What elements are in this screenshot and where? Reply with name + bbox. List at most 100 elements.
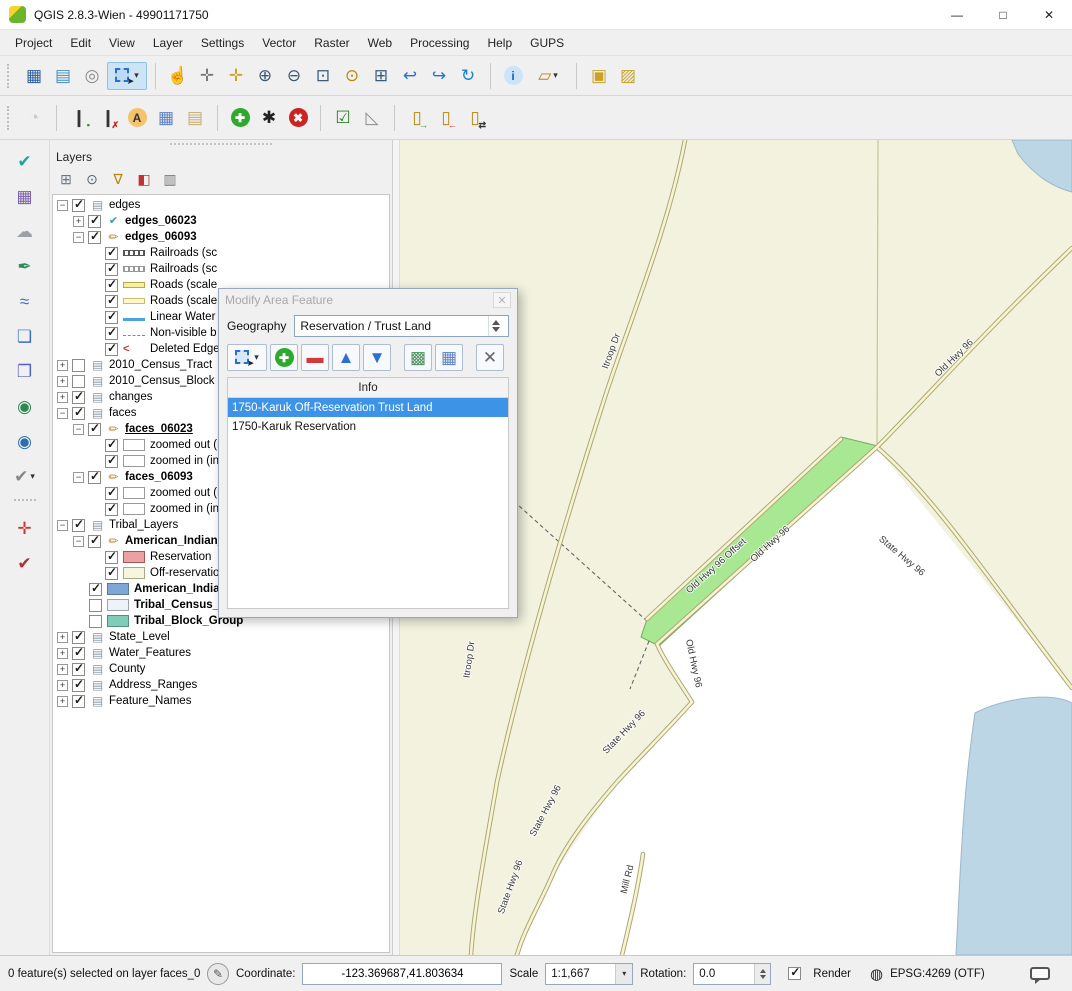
menu-settings[interactable]: Settings [192, 32, 253, 54]
layer-visibility-checkbox[interactable] [72, 407, 85, 420]
zoom-in-button[interactable]: ⊕ [251, 62, 279, 90]
geometry-tool-button[interactable]: ◺ [358, 104, 386, 132]
menu-view[interactable]: View [100, 32, 144, 54]
zoom-to-layer-button[interactable]: ⊞ [367, 62, 395, 90]
layer-visibility-checkbox[interactable] [105, 247, 118, 260]
messages-icon[interactable] [1030, 967, 1050, 980]
menu-layer[interactable]: Layer [144, 32, 192, 54]
layer-visibility-checkbox[interactable] [72, 199, 85, 212]
coordinate-input[interactable] [302, 963, 502, 985]
delete-line-marker-button[interactable]: ❙✗ [94, 104, 122, 132]
layer-visibility-checkbox[interactable] [89, 599, 102, 612]
layer-tree-row[interactable]: +▤State_Level [53, 629, 389, 645]
pan-map-button[interactable]: ✛ [193, 62, 221, 90]
zoom-to-selection-button[interactable]: ⊙ [338, 62, 366, 90]
layer-visibility-checkbox[interactable] [105, 503, 118, 516]
callout-move-tool-button[interactable]: ❐ [10, 356, 40, 386]
select-features-dropdown-icon[interactable]: ▾ [134, 70, 139, 81]
zoom-last-button[interactable]: ↩ [396, 62, 424, 90]
layer-visibility-checkbox[interactable] [72, 359, 85, 372]
zoom-full-button[interactable]: ⊡ [309, 62, 337, 90]
zoom-out-button[interactable]: ⊖ [280, 62, 308, 90]
map-composer-button[interactable]: ▤ [49, 62, 77, 90]
tree-expander-plus-icon[interactable]: + [73, 216, 84, 227]
layer-visibility-checkbox[interactable] [72, 391, 85, 404]
layer-visibility-checkbox[interactable] [88, 231, 101, 244]
layer-visibility-checkbox[interactable] [72, 375, 85, 388]
validate-map-button[interactable]: ☑ [329, 104, 357, 132]
vertex-flag-tool-button[interactable]: ✔ [10, 548, 40, 578]
attribute-table-button[interactable]: ▦ [152, 104, 180, 132]
measure-dropdown-icon[interactable]: ▾ [553, 70, 558, 81]
layer-visibility-checkbox[interactable] [105, 327, 118, 340]
layer-tree-row[interactable]: −▤edges [53, 197, 389, 213]
menu-edit[interactable]: Edit [61, 32, 100, 54]
vertex-menu-tool-button[interactable]: ✔▾ [10, 461, 40, 491]
globe-sync-tool-button[interactable]: ◉ [10, 426, 40, 456]
layer-visibility-checkbox[interactable] [88, 535, 101, 548]
quill-tool-button[interactable]: ✒ [10, 251, 40, 281]
cloud-tool-button[interactable]: ☁ [10, 216, 40, 246]
toolbar-handle[interactable] [7, 106, 14, 130]
layer-visibility-checkbox[interactable] [105, 311, 118, 324]
collapse-all-button[interactable]: ▥ [158, 167, 182, 191]
add-group-button[interactable]: ⊞ [54, 167, 78, 191]
menu-web[interactable]: Web [359, 32, 401, 54]
save-button[interactable]: ▦ [20, 62, 48, 90]
tree-expander-minus-icon[interactable]: − [73, 536, 84, 547]
layer-tree-row[interactable]: +▤County [53, 661, 389, 677]
crs-globe-icon[interactable]: ◍ [870, 965, 883, 983]
layer-visibility-checkbox[interactable] [105, 567, 118, 580]
raster-grid-tool-button[interactable]: ▦ [10, 181, 40, 211]
move-up-button[interactable]: ▲ [332, 344, 360, 371]
delete-area-button[interactable]: ▬ [301, 344, 329, 371]
star-marker-button[interactable]: ✱ [255, 104, 283, 132]
tree-expander-plus-icon[interactable]: + [57, 696, 68, 707]
layer-visibility-checkbox[interactable] [105, 487, 118, 500]
dialog-close-button[interactable]: ✕ [493, 292, 511, 308]
scale-combo[interactable]: 1:1,667 ▾ [545, 963, 633, 985]
select-area-button[interactable]: ➤▾ [227, 344, 267, 371]
layer-tree-row[interactable]: Railroads (sc [53, 245, 389, 261]
filter-expression-button[interactable]: ◧ [132, 167, 156, 191]
area-att ribute-table-button[interactable]: ▦ [435, 344, 463, 371]
geography-combo-arrows-icon[interactable] [488, 316, 503, 336]
layer-visibility-checkbox[interactable] [72, 679, 85, 692]
edit-indicator-icon[interactable]: ✎ [207, 963, 229, 985]
layer-visibility-checkbox[interactable] [72, 695, 85, 708]
crosshair-tool-button[interactable]: ✛ [10, 513, 40, 543]
rotation-spin-buttons[interactable] [754, 964, 770, 984]
info-row[interactable]: 1750-Karuk Off-Reservation Trust Land [228, 398, 508, 417]
label-tool-button[interactable]: A [123, 104, 151, 132]
refresh-map-button[interactable]: ↻ [454, 62, 482, 90]
menu-raster[interactable]: Raster [305, 32, 358, 54]
add-marker-button[interactable]: ✚ [226, 104, 254, 132]
layer-visibility-checkbox[interactable] [72, 663, 85, 676]
delete-marker-button[interactable]: ✖ [284, 104, 312, 132]
tree-expander-plus-icon[interactable]: + [57, 376, 68, 387]
layer-visibility-checkbox[interactable] [88, 215, 101, 228]
menu-help[interactable]: Help [478, 32, 521, 54]
close-button[interactable]: ✕ [1026, 0, 1072, 29]
layer-visibility-checkbox[interactable] [105, 279, 118, 292]
layer-visibility-checkbox[interactable] [72, 647, 85, 660]
layer-tree-row[interactable]: +▤Address_Ranges [53, 677, 389, 693]
menu-gups[interactable]: GUPS [521, 32, 573, 54]
select-features-button[interactable]: ➤▾ [107, 62, 147, 90]
maximize-button[interactable]: □ [980, 0, 1026, 29]
identify-features-button[interactable]: i [499, 62, 527, 90]
callout-select-tool-button[interactable]: ❏ [10, 321, 40, 351]
select-area-dropdown-icon[interactable]: ▾ [254, 352, 259, 363]
rotation-spinbox[interactable]: 0.0 [693, 963, 771, 985]
layer-visibility-checkbox[interactable] [105, 343, 118, 356]
menu-vector[interactable]: Vector [253, 32, 305, 54]
tree-expander-plus-icon[interactable]: + [57, 648, 68, 659]
measure-button[interactable]: ▱▾ [528, 62, 568, 90]
globe-add-tool-button[interactable]: ◉ [10, 391, 40, 421]
layer-visibility-checkbox[interactable] [89, 583, 102, 596]
layer-visibility-checkbox[interactable] [105, 455, 118, 468]
vertex-tool-button[interactable]: ✔ [10, 146, 40, 176]
zoom-to-area-button[interactable]: ▩ [404, 344, 432, 371]
import-edges-button[interactable]: ▯→ [403, 104, 431, 132]
toolbar-handle[interactable] [7, 64, 14, 88]
